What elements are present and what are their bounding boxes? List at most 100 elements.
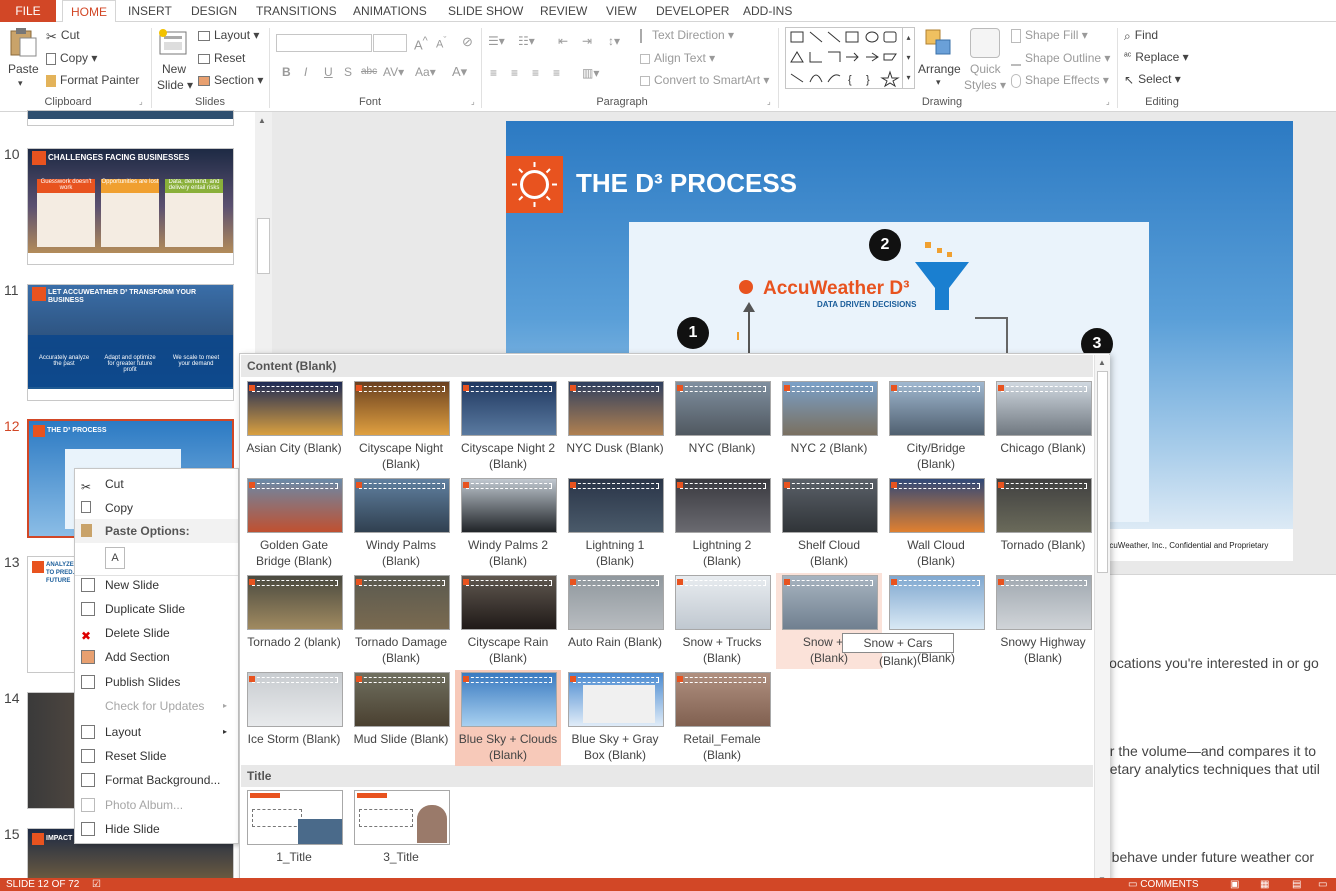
increase-indent-icon[interactable]: ⇥ [582, 34, 592, 48]
font-name-field[interactable] [276, 34, 372, 52]
justify-icon[interactable]: ≡ [553, 66, 560, 80]
underline-button[interactable]: U [324, 65, 333, 79]
layout-tile[interactable]: Cityscape Night 2 (Blank) [455, 379, 561, 475]
tab-view[interactable]: VIEW [606, 0, 637, 22]
shape-effects-button[interactable]: Shape Effects ▾ [1011, 73, 1109, 88]
menu-item-cut[interactable]: ✂ Cut [75, 472, 238, 496]
menu-item-add-section[interactable]: Add Section [75, 645, 238, 669]
convert-smartart-button[interactable]: Convert to SmartArt ▾ [640, 73, 769, 87]
tab-file[interactable]: FILE [0, 0, 56, 22]
keep-text-only-icon[interactable]: A [105, 547, 125, 569]
center-icon[interactable]: ≡ [511, 66, 518, 80]
align-right-icon[interactable]: ≡ [532, 66, 539, 80]
align-text-button[interactable]: Align Text ▾ [640, 51, 715, 65]
layout-tile[interactable]: City/Bridge (Blank) [883, 379, 989, 475]
character-spacing-button[interactable]: AV▾ [383, 65, 404, 79]
slide-title[interactable]: THE D³ PROCESS [576, 168, 797, 199]
paste-button[interactable]: Paste [8, 62, 39, 76]
spell-check-icon[interactable]: ☑ [92, 878, 101, 891]
layout-tile[interactable]: Windy Palms (Blank) [348, 476, 454, 572]
dialog-launcher-icon[interactable]: ⌟ [767, 97, 771, 106]
layout-tile[interactable]: Mud Slide (Blank) [348, 670, 454, 766]
arrange-dropdown-icon[interactable]: ▾ [936, 77, 941, 88]
menu-item-delete-slide[interactable]: ✖ Delete Slide [75, 621, 238, 645]
scroll-up-icon[interactable]: ▲ [258, 116, 266, 125]
menu-item-check-updates[interactable]: Check for Updates ▸ [75, 694, 238, 718]
tab-animations[interactable]: ANIMATIONS [353, 0, 427, 22]
tab-home[interactable]: HOME [62, 0, 116, 23]
layout-button[interactable]: Layout ▾ [198, 28, 259, 42]
shrink-font-icon[interactable]: Aˇ [436, 35, 446, 51]
shapes-gallery[interactable]: {} ▴ ▾ ▾ [785, 27, 915, 89]
font-color-button[interactable]: A▾ [452, 64, 467, 80]
find-button[interactable]: ⌕ Find [1124, 28, 1158, 43]
tab-design[interactable]: DESIGN [191, 0, 237, 22]
layout-tile[interactable]: Tornado Damage (Blank) [348, 573, 454, 669]
tab-review[interactable]: REVIEW [540, 0, 587, 22]
menu-item-new-slide[interactable]: New Slide [75, 573, 238, 597]
quick-styles-button[interactable]: Quick [970, 62, 1001, 76]
layout-tile[interactable]: Lightning 2 (Blank) [669, 476, 775, 572]
decrease-indent-icon[interactable]: ⇤ [558, 34, 568, 48]
arrange-button[interactable]: Arrange [918, 62, 961, 76]
layout-tile[interactable]: Cityscape Rain (Blank) [455, 573, 561, 669]
scrollbar-thumb[interactable] [1097, 371, 1108, 573]
dialog-launcher-icon[interactable]: ⌟ [471, 97, 475, 106]
italic-button[interactable]: I [304, 65, 307, 79]
shape-outline-button[interactable]: Shape Outline ▾ [1011, 51, 1110, 66]
layout-1-title[interactable]: 1_Title [241, 788, 347, 884]
section-button[interactable]: Section ▾ [198, 73, 263, 87]
layout-tile[interactable]: Tornado 2 (blank) [241, 573, 347, 669]
layout-tile[interactable]: Snow + C (Blank) [776, 573, 882, 669]
menu-item-layout[interactable]: Layout ▸ [75, 720, 238, 744]
new-slide-button-line2[interactable]: Slide ▾ [157, 78, 193, 92]
paste-icon[interactable] [6, 28, 38, 58]
layout-tile[interactable]: Blue Sky + Clouds (Blank) [455, 670, 561, 766]
normal-view-icon[interactable]: ▣ [1230, 878, 1239, 891]
layout-tile[interactable]: Chicago (Blank) [990, 379, 1096, 475]
comments-button[interactable]: ▭ COMMENTS [1128, 878, 1199, 891]
quick-styles-icon[interactable] [970, 28, 1000, 58]
text-direction-button[interactable]: Text Direction ▾ [640, 28, 734, 43]
layout-tile[interactable]: Wall Cloud (Blank) [883, 476, 989, 572]
layout-tile[interactable]: Retail_Female (Blank) [669, 670, 775, 766]
shape-fill-button[interactable]: Shape Fill ▾ [1011, 28, 1088, 43]
gallery-scrollbar[interactable]: ▲ ▼ [1094, 355, 1110, 890]
reading-view-icon[interactable]: ▤ [1292, 878, 1301, 891]
layout-tile[interactable]: NYC (Blank) [669, 379, 775, 475]
format-painter-button[interactable]: Format Painter [46, 73, 139, 87]
layout-3-title[interactable]: 3_Title [348, 788, 454, 884]
layout-tile[interactable]: Golden Gate Bridge (Blank) [241, 476, 347, 572]
new-slide-icon[interactable] [158, 28, 188, 58]
columns-icon[interactable]: ▥▾ [582, 66, 599, 80]
menu-item-publish-slides[interactable]: Publish Slides [75, 670, 238, 694]
scroll-up-icon[interactable]: ▲ [1098, 358, 1106, 367]
clear-formatting-icon[interactable]: ⊘ [462, 34, 473, 50]
layout-tile[interactable]: Ice Storm (Blank) [241, 670, 347, 766]
font-size-field[interactable] [373, 34, 407, 52]
shapes-scroll[interactable]: ▴ ▾ ▾ [902, 28, 914, 88]
numbering-icon[interactable]: ☷▾ [518, 34, 535, 48]
menu-item-hide-slide[interactable]: Hide Slide [75, 817, 238, 841]
bold-button[interactable]: B [282, 65, 291, 79]
menu-item-photo-album[interactable]: Photo Album... [75, 793, 238, 817]
layout-tile[interactable]: Auto Rain (Blank) [562, 573, 668, 669]
strikethrough-button[interactable]: abc [361, 66, 377, 77]
layout-tile[interactable]: Snowy Highway (Blank) [990, 573, 1096, 669]
select-button[interactable]: ↖ Select ▾ [1124, 72, 1181, 87]
dialog-launcher-icon[interactable]: ⌟ [1106, 97, 1110, 106]
replace-button[interactable]: ᵃᶜ Replace ▾ [1124, 50, 1189, 65]
menu-item-reset-slide[interactable]: Reset Slide [75, 744, 238, 768]
layout-tile[interactable]: Asian City (Blank) [241, 379, 347, 475]
layout-tile[interactable]: NYC Dusk (Blank) [562, 379, 668, 475]
layout-tile[interactable]: Tornado (Blank) [990, 476, 1096, 572]
thumbnail-slide-9[interactable] [27, 110, 234, 126]
bullets-icon[interactable]: ☰▾ [488, 34, 505, 48]
layout-tile[interactable]: Lightning 1 (Blank) [562, 476, 668, 572]
new-slide-button[interactable]: New [162, 62, 186, 76]
slide-show-icon[interactable]: ▭ [1318, 878, 1327, 891]
layout-tile[interactable]: Shelf Cloud (Blank) [776, 476, 882, 572]
line-spacing-icon[interactable]: ↕▾ [608, 34, 620, 48]
dialog-launcher-icon[interactable]: ⌟ [139, 97, 143, 106]
tab-slide-show[interactable]: SLIDE SHOW [448, 0, 523, 22]
